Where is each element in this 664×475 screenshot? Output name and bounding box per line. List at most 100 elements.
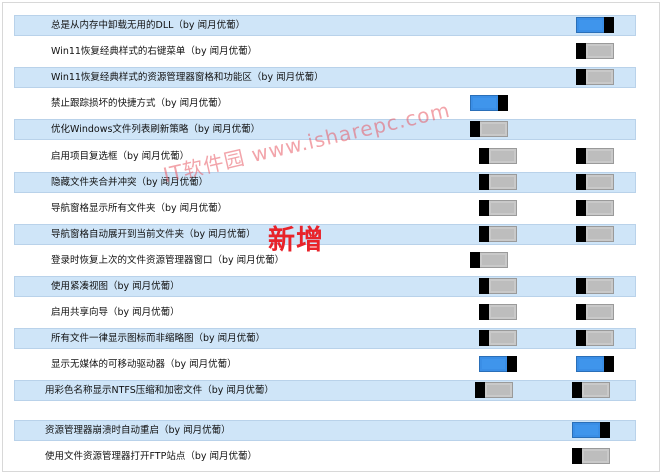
toggle-track bbox=[588, 229, 611, 239]
setting-row: Win11恢复经典样式的资源管理器窗格和功能区（by 闻月优葡） bbox=[14, 67, 636, 88]
toggle-knob[interactable] bbox=[479, 174, 489, 190]
toggle-track bbox=[584, 451, 607, 461]
toggle-track bbox=[575, 425, 598, 435]
toggle-knob[interactable] bbox=[576, 278, 586, 294]
setting-row: Win11恢复经典样式的右键菜单（by 闻月优葡） bbox=[14, 41, 636, 62]
toggle-track bbox=[491, 333, 514, 343]
setting-label: 总是从内存中卸载无用的DLL（by 闻月优葡） bbox=[51, 20, 246, 31]
toggle-knob[interactable] bbox=[498, 95, 508, 111]
toggle-knob[interactable] bbox=[470, 252, 480, 268]
toggle-track bbox=[491, 229, 514, 239]
toggle-knob[interactable] bbox=[576, 304, 586, 320]
toggle-switch-off[interactable] bbox=[479, 278, 517, 294]
toggle-track bbox=[482, 255, 505, 265]
setting-label: 优化Windows文件列表刷新策略（by 闻月优葡） bbox=[51, 124, 261, 135]
toggle-switch-off[interactable] bbox=[479, 174, 517, 190]
setting-row: 禁止跟踪损坏的快捷方式（by 闻月优葡） bbox=[14, 93, 636, 114]
toggle-track bbox=[482, 124, 505, 134]
toggle-knob[interactable] bbox=[604, 17, 614, 33]
toggle-track bbox=[588, 307, 611, 317]
setting-row: 使用紧凑视图（by 闻月优葡） bbox=[14, 276, 636, 297]
toggle-switch-on[interactable] bbox=[576, 17, 614, 33]
toggle-track bbox=[588, 333, 611, 343]
toggle-switch-off[interactable] bbox=[576, 304, 614, 320]
setting-row: 启用共享向导（by 闻月优葡） bbox=[14, 302, 636, 323]
toggle-track bbox=[491, 177, 514, 187]
toggle-knob[interactable] bbox=[479, 226, 489, 242]
toggle-switch-off[interactable] bbox=[479, 148, 517, 164]
toggle-knob[interactable] bbox=[470, 121, 480, 137]
toggle-switch-off[interactable] bbox=[576, 69, 614, 85]
toggle-knob[interactable] bbox=[475, 382, 485, 398]
toggle-switch-off[interactable] bbox=[479, 304, 517, 320]
toggle-switch-off[interactable] bbox=[475, 382, 513, 398]
setting-row: 隐藏文件夹合并冲突（by 闻月优葡） bbox=[14, 172, 636, 193]
toggle-knob[interactable] bbox=[604, 356, 614, 372]
toggle-knob[interactable] bbox=[479, 148, 489, 164]
toggle-track bbox=[491, 281, 514, 291]
toggle-switch-on[interactable] bbox=[572, 422, 610, 438]
toggle-knob[interactable] bbox=[576, 330, 586, 346]
toggle-knob[interactable] bbox=[576, 174, 586, 190]
toggle-switch-off[interactable] bbox=[576, 330, 614, 346]
toggle-switch-off[interactable] bbox=[576, 226, 614, 242]
setting-label: 登录时恢复上次的文件资源管理器窗口（by 闻月优葡） bbox=[51, 255, 285, 266]
toggle-switch-off[interactable] bbox=[470, 252, 508, 268]
toggle-knob[interactable] bbox=[600, 422, 610, 438]
setting-label: Win11恢复经典样式的右键菜单（by 闻月优葡） bbox=[51, 46, 258, 57]
setting-row: 导航窗格自动展开到当前文件夹（by 闻月优葡） bbox=[14, 224, 636, 245]
toggle-switch-on[interactable] bbox=[470, 95, 508, 111]
toggle-track bbox=[588, 151, 611, 161]
setting-row: 显示无媒体的可移动驱动器（by 闻月优葡） bbox=[14, 354, 636, 375]
toggle-switch-on[interactable] bbox=[576, 356, 614, 372]
toggle-switch-off[interactable] bbox=[470, 121, 508, 137]
setting-label: 用彩色名称显示NTFS压缩和加密文件（by 闻月优葡） bbox=[45, 385, 274, 396]
setting-row: 总是从内存中卸载无用的DLL（by 闻月优葡） bbox=[14, 15, 636, 36]
setting-label: 使用紧凑视图（by 闻月优葡） bbox=[51, 281, 180, 292]
toggle-switch-off[interactable] bbox=[572, 382, 610, 398]
toggle-track bbox=[473, 98, 496, 108]
toggle-track bbox=[579, 20, 602, 30]
setting-label: Win11恢复经典样式的资源管理器窗格和功能区（by 闻月优葡） bbox=[51, 72, 324, 83]
toggle-switch-off[interactable] bbox=[572, 448, 610, 464]
setting-label: 启用共享向导（by 闻月优葡） bbox=[51, 307, 180, 318]
toggle-switch-off[interactable] bbox=[576, 43, 614, 59]
toggle-track bbox=[588, 46, 611, 56]
toggle-knob[interactable] bbox=[576, 200, 586, 216]
toggle-switch-off[interactable] bbox=[479, 200, 517, 216]
toggle-track bbox=[588, 203, 611, 213]
toggle-knob[interactable] bbox=[479, 304, 489, 320]
toggle-track bbox=[491, 203, 514, 213]
toggle-track bbox=[588, 177, 611, 187]
setting-label: 导航窗格自动展开到当前文件夹（by 闻月优葡） bbox=[51, 229, 256, 240]
toggle-knob[interactable] bbox=[576, 148, 586, 164]
setting-label: 资源管理器崩溃时自动重启（by 闻月优葡） bbox=[45, 425, 231, 436]
toggle-knob[interactable] bbox=[576, 43, 586, 59]
toggle-track bbox=[579, 359, 602, 369]
toggle-switch-off[interactable] bbox=[576, 148, 614, 164]
toggle-track bbox=[588, 281, 611, 291]
setting-row: 使用文件资源管理器打开FTP站点（by 闻月优葡） bbox=[14, 446, 636, 467]
toggle-track bbox=[482, 359, 505, 369]
toggle-switch-on[interactable] bbox=[479, 356, 517, 372]
setting-label: 使用文件资源管理器打开FTP站点（by 闻月优葡） bbox=[45, 451, 258, 462]
toggle-switch-off[interactable] bbox=[576, 278, 614, 294]
toggle-knob[interactable] bbox=[572, 448, 582, 464]
toggle-knob[interactable] bbox=[507, 356, 517, 372]
toggle-knob[interactable] bbox=[479, 200, 489, 216]
toggle-knob[interactable] bbox=[479, 278, 489, 294]
toggle-track bbox=[487, 385, 510, 395]
toggle-switch-off[interactable] bbox=[479, 226, 517, 242]
setting-label: 所有文件一律显示图标而非缩略图（by 闻月优葡） bbox=[51, 333, 266, 344]
toggle-switch-off[interactable] bbox=[479, 330, 517, 346]
toggle-switch-off[interactable] bbox=[576, 200, 614, 216]
toggle-knob[interactable] bbox=[572, 382, 582, 398]
new-badge: 新增 bbox=[268, 225, 324, 256]
toggle-knob[interactable] bbox=[479, 330, 489, 346]
toggle-switch-off[interactable] bbox=[576, 174, 614, 190]
toggle-track bbox=[491, 307, 514, 317]
toggle-knob[interactable] bbox=[576, 69, 586, 85]
setting-label: 禁止跟踪损坏的快捷方式（by 闻月优葡） bbox=[51, 98, 228, 109]
toggle-track bbox=[588, 72, 611, 82]
toggle-knob[interactable] bbox=[576, 226, 586, 242]
